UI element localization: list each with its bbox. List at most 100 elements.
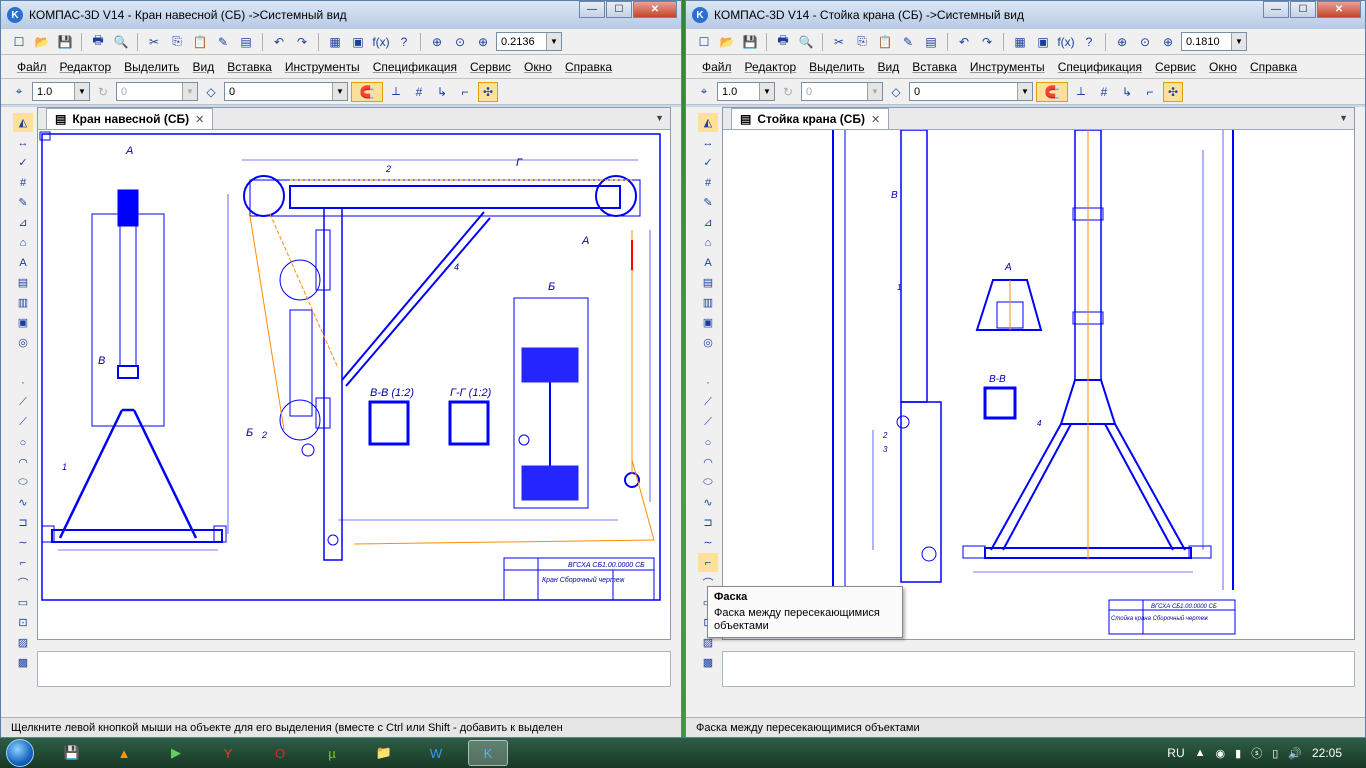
- layer-icon[interactable]: ◇: [201, 82, 221, 102]
- variables-icon[interactable]: ▣: [348, 32, 368, 52]
- minimize-button[interactable]: —: [579, 1, 605, 18]
- open-folder-icon[interactable]: 📂: [717, 32, 737, 52]
- polyline-icon[interactable]: ⊐: [698, 513, 718, 532]
- minimize-button[interactable]: —: [1263, 1, 1289, 18]
- layer-icon[interactable]: ◇: [886, 82, 906, 102]
- angle-icon[interactable]: ↻: [93, 82, 113, 102]
- taskbar-kompas-icon[interactable]: K: [468, 740, 508, 766]
- circle-icon[interactable]: ○: [698, 433, 718, 452]
- chevron-down-icon[interactable]: ▼: [546, 33, 561, 50]
- measure-icon[interactable]: ⊿: [13, 213, 33, 232]
- paste-icon[interactable]: 📋: [875, 32, 895, 52]
- views-icon[interactable]: ◎: [13, 333, 33, 352]
- clock[interactable]: 22:05: [1312, 746, 1342, 760]
- aux-line-icon[interactable]: ⟋: [13, 393, 33, 412]
- layer-combo[interactable]: 0 ▼: [909, 82, 1033, 101]
- zoom-icon[interactable]: ⊕: [473, 32, 493, 52]
- library-icon[interactable]: ▤: [921, 32, 941, 52]
- angle-combo[interactable]: 0 ▼: [801, 82, 883, 101]
- save-icon[interactable]: 💾: [55, 32, 75, 52]
- new-document-icon[interactable]: ☐: [9, 32, 29, 52]
- new-document-icon[interactable]: ☐: [694, 32, 714, 52]
- point-icon[interactable]: ·: [13, 373, 33, 392]
- snap-toggle-icon[interactable]: ✣: [1163, 81, 1183, 102]
- help-pointer-icon[interactable]: ?: [394, 32, 414, 52]
- contour-icon[interactable]: ⊡: [13, 613, 33, 632]
- cut-icon[interactable]: ✂: [144, 32, 164, 52]
- zoom-icon[interactable]: ⊕: [1158, 32, 1178, 52]
- params-icon[interactable]: ✎: [13, 193, 33, 212]
- bezier-icon[interactable]: ∼: [698, 533, 718, 552]
- undo-icon[interactable]: ↶: [269, 32, 289, 52]
- close-button[interactable]: ✕: [1317, 1, 1361, 18]
- zoom-combo[interactable]: 0.1810 ▼: [1181, 32, 1247, 51]
- cursor-step-icon[interactable]: ⌖: [9, 82, 29, 102]
- taskbar-utorrent-icon[interactable]: µ: [312, 740, 352, 766]
- close-tab-icon[interactable]: ✕: [195, 113, 204, 126]
- cut-icon[interactable]: ✂: [829, 32, 849, 52]
- maximize-button[interactable]: ☐: [1290, 1, 1316, 18]
- angle-icon[interactable]: ↻: [778, 82, 798, 102]
- step-combo[interactable]: 1.0 ▼: [717, 82, 775, 101]
- fillet-icon[interactable]: ⌒: [13, 573, 33, 592]
- tab-list-icon[interactable]: ▼: [1339, 113, 1348, 123]
- kompas-window-left[interactable]: K КОМПАС-3D V14 - Кран навесной (СБ) ->С…: [0, 0, 682, 738]
- redo-icon[interactable]: ↷: [977, 32, 997, 52]
- property-panel[interactable]: [722, 651, 1355, 687]
- menu-view[interactable]: Вид: [193, 60, 215, 74]
- tray-battery-icon[interactable]: ▯: [1272, 747, 1278, 760]
- menu-window[interactable]: Окно: [1209, 60, 1237, 74]
- tray-arrow-icon[interactable]: ▲: [1195, 747, 1206, 759]
- manager-icon[interactable]: ▦: [325, 32, 345, 52]
- menu-select[interactable]: Выделить: [124, 60, 179, 74]
- menu-file[interactable]: Файл: [702, 60, 732, 74]
- taskbar-yandex-icon[interactable]: Y: [208, 740, 248, 766]
- segment-icon[interactable]: ⟋: [13, 413, 33, 432]
- snap-toggle-icon[interactable]: ✣: [478, 81, 498, 102]
- select-icon[interactable]: ⌂: [698, 233, 718, 252]
- aux-line-icon[interactable]: ⟋: [698, 393, 718, 412]
- zoom-all-icon[interactable]: ⊙: [1135, 32, 1155, 52]
- rectangle-icon[interactable]: ▭: [13, 593, 33, 612]
- tray-network-icon[interactable]: ▮: [1235, 747, 1241, 760]
- snap-magnet-icon[interactable]: 🧲: [1036, 81, 1068, 102]
- local-cs-icon[interactable]: ↳: [432, 82, 452, 102]
- local-cs-icon[interactable]: ↳: [1117, 82, 1137, 102]
- language-indicator[interactable]: RU: [1167, 746, 1184, 760]
- ortho-mode-icon[interactable]: ⌐: [1140, 82, 1160, 102]
- menu-spec[interactable]: Спецификация: [373, 60, 457, 74]
- zoom-window-icon[interactable]: ⊕: [1112, 32, 1132, 52]
- tab-kran-navesnoy[interactable]: ▤ Кран навесной (СБ) ✕: [46, 108, 214, 129]
- measure-icon[interactable]: ⊿: [698, 213, 718, 232]
- undo-icon[interactable]: ↶: [954, 32, 974, 52]
- title-bar[interactable]: K КОМПАС-3D V14 - Стойка крана (СБ) ->Си…: [686, 1, 1365, 29]
- cursor-step-icon[interactable]: ⌖: [694, 82, 714, 102]
- taskbar-explorer-icon[interactable]: 📁: [364, 740, 404, 766]
- grid-icon[interactable]: #: [1094, 82, 1114, 102]
- fill-icon[interactable]: ▩: [13, 653, 33, 672]
- properties-brush-icon[interactable]: ✎: [898, 32, 918, 52]
- start-button[interactable]: [0, 738, 40, 768]
- ellipse-icon[interactable]: ⬭: [698, 473, 718, 492]
- angle-combo[interactable]: 0 ▼: [116, 82, 198, 101]
- geometry-icon[interactable]: ◭: [13, 113, 33, 132]
- dimensions-icon[interactable]: ↔: [698, 133, 718, 152]
- title-bar[interactable]: K КОМПАС-3D V14 - Кран навесной (СБ) ->С…: [1, 1, 681, 29]
- menu-file[interactable]: Файл: [17, 60, 47, 74]
- tab-stoyka-krana[interactable]: ▤ Стойка крана (СБ) ✕: [731, 108, 890, 129]
- menu-window[interactable]: Окно: [524, 60, 552, 74]
- bezier-icon[interactable]: ∼: [13, 533, 33, 552]
- menu-service[interactable]: Сервис: [470, 60, 511, 74]
- save-icon[interactable]: 💾: [740, 32, 760, 52]
- spline-icon[interactable]: ∿: [13, 493, 33, 512]
- report-icon[interactable]: ▤: [13, 273, 33, 292]
- properties-brush-icon[interactable]: ✎: [213, 32, 233, 52]
- menu-view[interactable]: Вид: [878, 60, 900, 74]
- designations-icon[interactable]: ✓: [698, 153, 718, 172]
- close-button[interactable]: ✕: [633, 1, 677, 18]
- layer-combo[interactable]: 0 ▼: [224, 82, 348, 101]
- menu-help[interactable]: Справка: [1250, 60, 1297, 74]
- geometry-icon[interactable]: ◭: [698, 113, 718, 132]
- drawing-canvas[interactable]: А Б Г В В-В (1:2) Г-Г (1:2) Б А 1 2 2 4 …: [38, 130, 670, 639]
- dimensions-icon[interactable]: ↔: [13, 133, 33, 152]
